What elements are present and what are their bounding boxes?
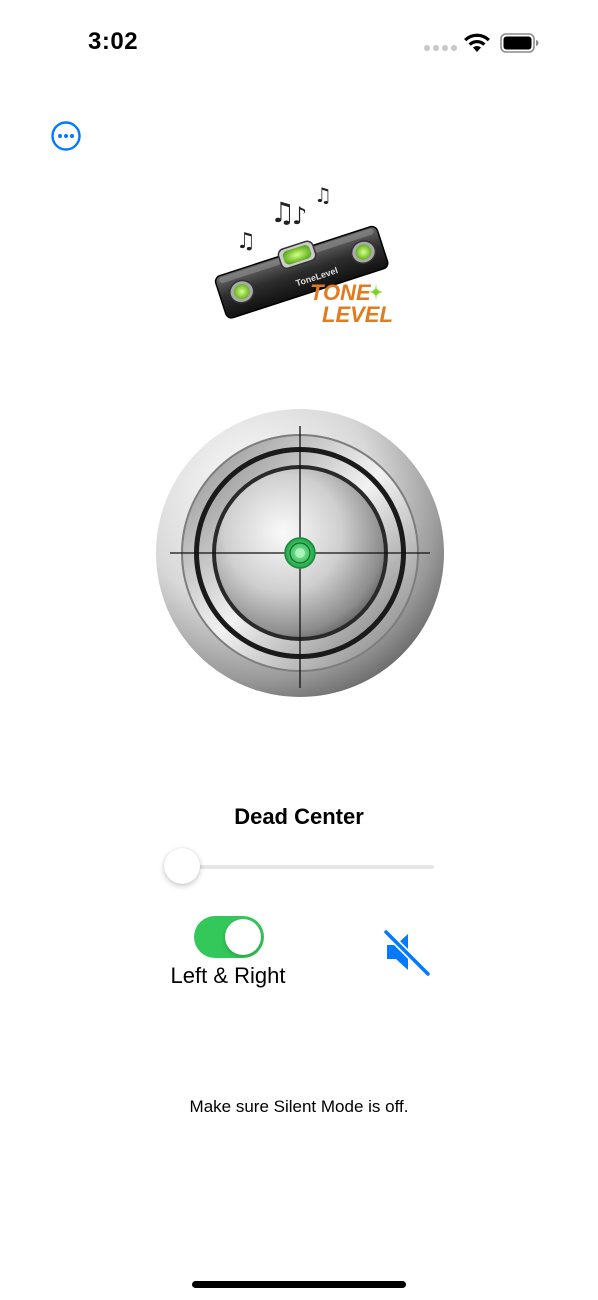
silent-mode-hint: Make sure Silent Mode is off. — [189, 1097, 409, 1116]
slider-thumb[interactable] — [164, 848, 200, 884]
more-options-button[interactable] — [50, 120, 82, 152]
speaker-slash-icon — [382, 928, 432, 977]
level-bubble — [284, 537, 316, 569]
toggle-knob — [225, 919, 261, 955]
left-right-toggle[interactable] — [194, 916, 264, 958]
app-logo: ♫ ♫ ♪ ♫ ToneLevel TONE LEVEL — [214, 183, 393, 327]
svg-text:♫: ♫ — [236, 229, 256, 254]
sound-toggle-button[interactable] — [382, 927, 432, 977]
ellipsis-circle-icon — [51, 121, 81, 151]
cellular-signal-icon — [424, 45, 457, 51]
slider-track — [180, 865, 434, 869]
sparkle-icon — [369, 284, 383, 300]
status-time: 3:02 — [88, 28, 139, 55]
wifi-icon — [464, 33, 490, 52]
level-status-label: Dead Center — [234, 804, 364, 829]
battery-icon — [500, 33, 539, 53]
bubble-level-dial — [156, 409, 444, 697]
sensitivity-slider[interactable] — [164, 846, 434, 886]
svg-text:♫: ♫ — [314, 183, 332, 207]
logo-text-level: LEVEL — [322, 302, 393, 327]
home-indicator[interactable] — [192, 1281, 406, 1288]
toggle-label: Left & Right — [170, 963, 286, 988]
svg-text:♪: ♪ — [292, 202, 307, 230]
